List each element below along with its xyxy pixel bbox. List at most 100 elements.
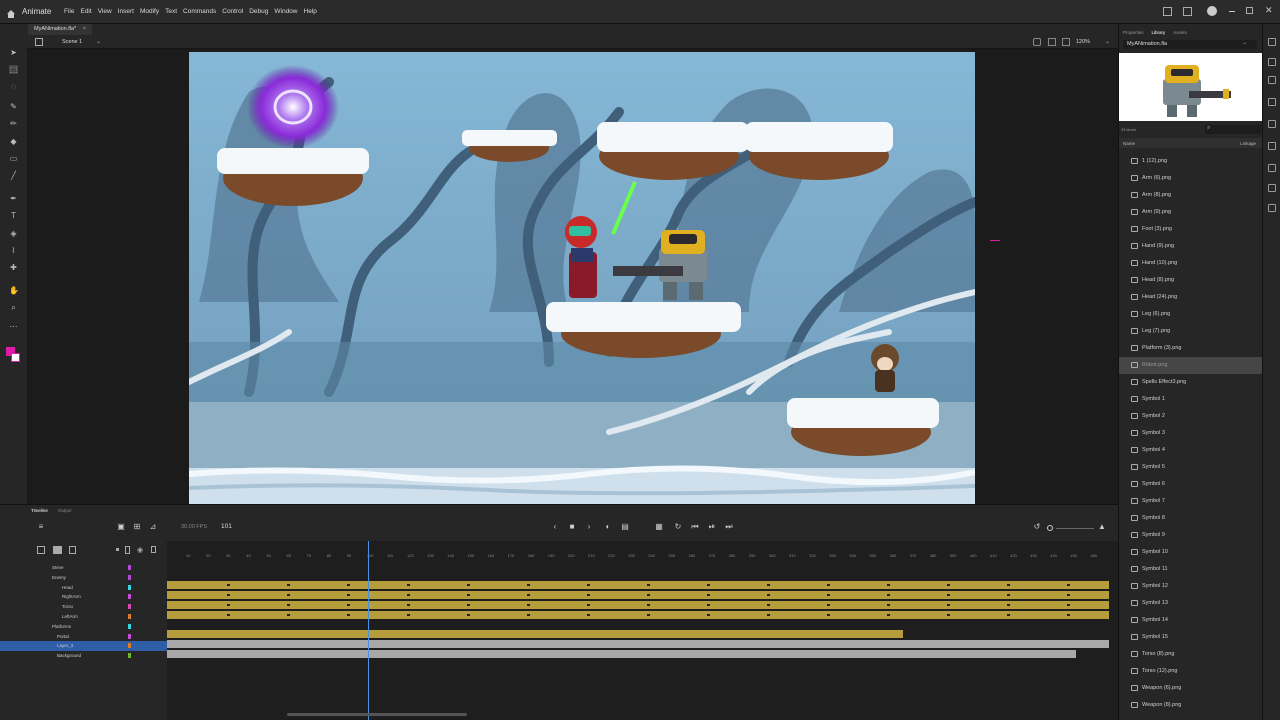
menu-debug[interactable]: Debug [249, 8, 268, 15]
keyframe-marker[interactable] [407, 604, 410, 606]
brush-tool-icon[interactable]: ✎ [9, 102, 18, 111]
frame-span-leftarm[interactable] [167, 611, 1109, 619]
minimize-icon[interactable] [1229, 11, 1235, 12]
keyframe-marker[interactable] [947, 584, 950, 586]
layer-color-swatch[interactable] [128, 594, 131, 600]
zoom-level[interactable]: 120% [1076, 39, 1090, 45]
close-tab-icon[interactable]: × [83, 26, 86, 32]
library-item[interactable]: Symbol 15 [1119, 629, 1262, 646]
layer-color-swatch[interactable] [128, 653, 131, 659]
color-panel-icon[interactable] [1268, 98, 1276, 106]
keyframe-marker[interactable] [887, 604, 890, 606]
keyframe-marker[interactable] [1007, 594, 1010, 596]
menu-edit[interactable]: Edit [80, 8, 91, 15]
keyframe-marker[interactable] [287, 604, 290, 606]
keyframe-marker[interactable] [1067, 604, 1070, 606]
keyframe-marker[interactable] [1007, 604, 1010, 606]
loop-icon[interactable]: ↻ [674, 523, 682, 531]
outline-icon[interactable] [125, 546, 130, 554]
layer-row[interactable]: Steve [0, 563, 167, 573]
keyframe-marker[interactable] [767, 614, 770, 616]
keyframe-marker[interactable] [647, 594, 650, 596]
layer-color-swatch[interactable] [128, 633, 131, 639]
column-linkage-header[interactable]: Linkage [1240, 141, 1256, 146]
library-item[interactable]: Torso (12).png [1119, 663, 1262, 680]
stage[interactable] [189, 52, 975, 504]
properties-panel-icon[interactable] [1268, 38, 1276, 46]
library-item[interactable]: Symbol 2 [1119, 408, 1262, 425]
timeline-scrollbar[interactable] [287, 713, 467, 716]
info-panel-icon[interactable] [1268, 164, 1276, 172]
keyframe-marker[interactable] [707, 614, 710, 616]
document-tab[interactable]: MyANimation.fla* × [28, 24, 92, 35]
pencil-tool-icon[interactable]: ✏ [9, 119, 18, 128]
keyframe-marker[interactable] [707, 604, 710, 606]
pen-tool-icon[interactable]: ✒ [9, 194, 18, 203]
layer-color-swatch[interactable] [128, 574, 131, 580]
keyframe-marker[interactable] [587, 584, 590, 586]
keyframe-marker[interactable] [1007, 614, 1010, 616]
menu-help[interactable]: Help [304, 8, 317, 15]
go-to-end-icon[interactable]: ⏭ [725, 523, 733, 531]
keyframe-marker[interactable] [707, 584, 710, 586]
library-search-input[interactable]: ⌕ [1205, 125, 1261, 134]
menu-control[interactable]: Control [222, 8, 243, 15]
library-item[interactable]: Arm (8).png [1119, 187, 1262, 204]
frame-span-portal[interactable] [167, 630, 903, 638]
keyframe-marker[interactable] [467, 584, 470, 586]
keyframe-marker[interactable] [887, 614, 890, 616]
selection-tool-icon[interactable]: ➤ [9, 48, 18, 57]
eye-icon[interactable]: ◉ [137, 546, 143, 554]
library-file-select[interactable]: MyANimation.fla ⌄ [1123, 40, 1257, 49]
keyframe-marker[interactable] [827, 614, 830, 616]
zoom-tool-icon[interactable]: ⌕ [9, 303, 18, 312]
keyframe-marker[interactable] [227, 594, 230, 596]
highlight-icon[interactable] [116, 548, 119, 551]
lock-icon[interactable] [151, 546, 156, 553]
library-item[interactable]: Torso (8).png [1119, 646, 1262, 663]
keyframe-marker[interactable] [347, 584, 350, 586]
keyframe-marker[interactable] [287, 614, 290, 616]
library-panel-icon[interactable] [1268, 58, 1276, 66]
lasso-tool-icon[interactable]: ◌ [9, 82, 18, 91]
rewind-icon[interactable]: ⏮ [691, 523, 699, 531]
code-snippets-icon[interactable] [1268, 204, 1276, 212]
workspace-icon[interactable] [1183, 7, 1192, 16]
library-item[interactable]: Foot (3).png [1119, 221, 1262, 238]
layer-depth-icon[interactable]: ⊞ [133, 523, 141, 531]
layer-row[interactable]: Enemy [0, 573, 167, 583]
frame-rate[interactable]: 30.00 FPS [181, 524, 207, 530]
keyframe-marker[interactable] [947, 604, 950, 606]
layer-row[interactable]: Background [0, 651, 167, 661]
keyframe-marker[interactable] [1007, 584, 1010, 586]
layer-row[interactable]: RightArm [0, 592, 167, 602]
paint-bucket-icon[interactable]: ◈ [9, 229, 18, 238]
keyframe-marker[interactable] [827, 594, 830, 596]
keyframe-marker[interactable] [767, 594, 770, 596]
insert-keyframe-icon[interactable]: ▦ [655, 523, 663, 531]
swatches-panel-icon[interactable] [1268, 142, 1276, 150]
frames-area[interactable]: 10 20 30 40 50 60 70 80 90 100 110 120 130 140 150 160 1… [167, 541, 1118, 720]
layer-row[interactable]: Head [0, 583, 167, 593]
tab-properties[interactable]: Properties [1123, 30, 1144, 35]
keyframe-marker[interactable] [467, 594, 470, 596]
keyframe-marker[interactable] [647, 604, 650, 606]
keyframe-marker[interactable] [647, 614, 650, 616]
share-icon[interactable] [1163, 7, 1172, 16]
layer-color-swatch[interactable] [128, 643, 131, 649]
library-item[interactable]: Symbol 3 [1119, 425, 1262, 442]
keyframe-marker[interactable] [407, 614, 410, 616]
center-stage-icon[interactable] [1033, 38, 1041, 46]
library-item[interactable]: Head (8).png [1119, 272, 1262, 289]
layer-color-swatch[interactable] [128, 584, 131, 590]
tab-library[interactable]: Library [1152, 30, 1166, 35]
keyframe-marker[interactable] [947, 614, 950, 616]
keyframe-marker[interactable] [827, 604, 830, 606]
keyframe-marker[interactable] [887, 584, 890, 586]
new-folder-icon[interactable] [53, 546, 62, 554]
edit-multiple-frames-icon[interactable]: ▤ [621, 523, 629, 531]
keyframe-marker[interactable] [407, 594, 410, 596]
delete-layer-icon[interactable] [69, 546, 76, 554]
align-panel-icon[interactable] [1268, 76, 1276, 84]
playhead[interactable] [368, 541, 369, 720]
